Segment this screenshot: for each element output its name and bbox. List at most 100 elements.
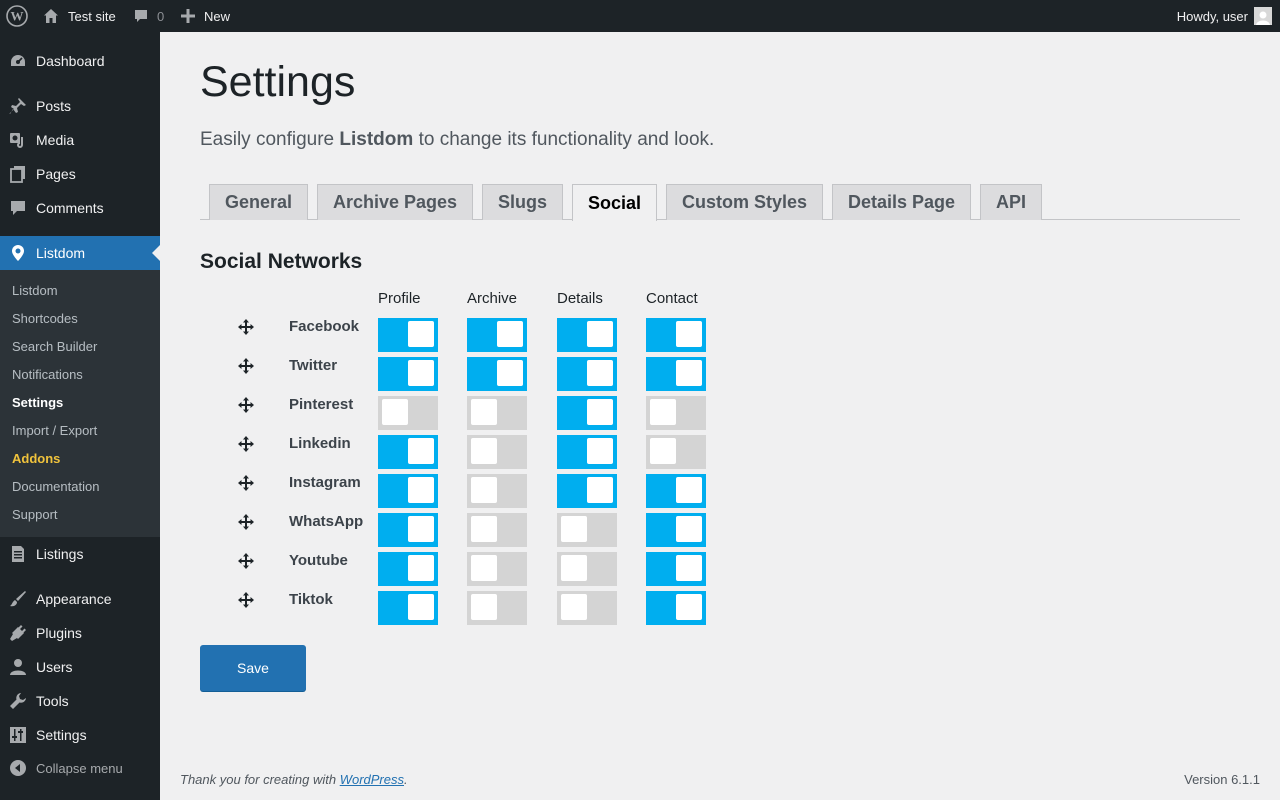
move-handle-icon[interactable]: [238, 514, 254, 530]
sidebar-item-listdom[interactable]: Listdom: [0, 236, 160, 270]
submenu-item-shortcodes[interactable]: Shortcodes: [12, 311, 78, 326]
move-handle-icon[interactable]: [238, 475, 254, 491]
toggle-contact[interactable]: [646, 552, 706, 586]
move-handle-icon[interactable]: [238, 592, 254, 608]
sidebar-item-label: Appearance: [36, 591, 112, 607]
toggle-profile[interactable]: [378, 435, 438, 469]
toggle-archive[interactable]: [467, 396, 527, 430]
wordpress-link[interactable]: WordPress: [340, 772, 404, 787]
network-row: Pinterest: [160, 396, 1280, 435]
toggle-details[interactable]: [557, 435, 617, 469]
tab-archive-pages[interactable]: Archive Pages: [317, 184, 473, 220]
toggle-archive[interactable]: [467, 357, 527, 391]
wordpress-logo-icon[interactable]: W: [6, 0, 28, 32]
toggle-details[interactable]: [557, 552, 617, 586]
plug-icon: [0, 616, 36, 650]
dashboard-icon: [0, 44, 36, 78]
toggle-contact[interactable]: [646, 396, 706, 430]
tab-custom-styles[interactable]: Custom Styles: [666, 184, 823, 220]
submenu-item-support[interactable]: Support: [12, 507, 58, 522]
settings-sliders-icon: [0, 718, 36, 752]
sidebar-item-comments[interactable]: Comments: [0, 191, 160, 225]
toggle-details[interactable]: [557, 591, 617, 625]
intro-brand: Listdom: [339, 129, 414, 150]
toggle-knob: [408, 516, 434, 542]
toggle-knob: [676, 555, 702, 581]
sidebar-item-media[interactable]: Media: [0, 123, 160, 157]
submenu-item-import-export[interactable]: Import / Export: [12, 423, 97, 438]
toggle-archive[interactable]: [467, 591, 527, 625]
submenu-item-settings[interactable]: Settings: [12, 395, 63, 410]
toggle-knob: [382, 399, 408, 425]
move-handle-icon[interactable]: [238, 436, 254, 452]
sidebar-item-dashboard[interactable]: Dashboard: [0, 44, 160, 78]
toggle-archive[interactable]: [467, 552, 527, 586]
toggle-profile[interactable]: [378, 357, 438, 391]
toggle-contact[interactable]: [646, 591, 706, 625]
toggle-details[interactable]: [557, 396, 617, 430]
move-handle-icon[interactable]: [238, 319, 254, 335]
toggle-knob: [408, 360, 434, 386]
save-button[interactable]: Save: [200, 645, 306, 691]
toggle-contact[interactable]: [646, 318, 706, 352]
sidebar-item-tools[interactable]: Tools: [0, 684, 160, 718]
move-handle-icon[interactable]: [238, 553, 254, 569]
toggle-contact[interactable]: [646, 474, 706, 508]
toggle-knob: [676, 477, 702, 503]
toggle-archive[interactable]: [467, 474, 527, 508]
move-handle-icon[interactable]: [238, 358, 254, 374]
submenu-item-search-builder[interactable]: Search Builder: [12, 339, 97, 354]
toggle-archive[interactable]: [467, 435, 527, 469]
toggle-knob: [408, 321, 434, 347]
sidebar-item-appearance[interactable]: Appearance: [0, 582, 160, 616]
toggle-profile[interactable]: [378, 318, 438, 352]
toggle-details[interactable]: [557, 318, 617, 352]
toggle-details[interactable]: [557, 474, 617, 508]
toggle-knob: [471, 516, 497, 542]
tab-details-page[interactable]: Details Page: [832, 184, 971, 220]
toggle-profile[interactable]: [378, 513, 438, 547]
toggle-profile[interactable]: [378, 474, 438, 508]
toggle-profile[interactable]: [378, 552, 438, 586]
admin-sidebar: Dashboard Posts Media Pages Comments Lis…: [0, 32, 160, 800]
sidebar-item-settings[interactable]: Settings: [0, 718, 160, 752]
my-account-link[interactable]: Howdy, user: [1177, 0, 1272, 32]
submenu-item-notifications[interactable]: Notifications: [12, 367, 83, 382]
sidebar-item-label: Settings: [36, 727, 87, 743]
comments-link[interactable]: 0: [133, 0, 164, 32]
toggle-profile[interactable]: [378, 396, 438, 430]
toggle-knob: [587, 399, 613, 425]
site-name-link[interactable]: Test site: [42, 0, 116, 32]
toggle-knob: [676, 594, 702, 620]
intro-text: Easily configure Listdom to change its f…: [200, 129, 714, 151]
submenu-item-listdom[interactable]: Listdom: [12, 283, 58, 298]
collapse-menu-button[interactable]: Collapse menu: [0, 751, 160, 785]
sidebar-item-label: Dashboard: [36, 53, 105, 69]
tab-social[interactable]: Social: [572, 184, 657, 221]
pages-icon: [0, 157, 36, 191]
network-name: Pinterest: [289, 396, 354, 413]
sidebar-item-listings[interactable]: Listings: [0, 537, 160, 571]
svg-text:W: W: [11, 9, 24, 24]
move-handle-icon[interactable]: [238, 397, 254, 413]
avatar: [1254, 7, 1272, 25]
toggle-profile[interactable]: [378, 591, 438, 625]
submenu-item-documentation[interactable]: Documentation: [12, 479, 99, 494]
tab-api[interactable]: API: [980, 184, 1042, 220]
tab-slugs[interactable]: Slugs: [482, 184, 563, 220]
toggle-archive[interactable]: [467, 318, 527, 352]
toggle-contact[interactable]: [646, 435, 706, 469]
sidebar-item-posts[interactable]: Posts: [0, 89, 160, 123]
toggle-knob: [471, 555, 497, 581]
toggle-archive[interactable]: [467, 513, 527, 547]
toggle-contact[interactable]: [646, 513, 706, 547]
sidebar-item-pages[interactable]: Pages: [0, 157, 160, 191]
tab-general[interactable]: General: [209, 184, 308, 220]
toggle-contact[interactable]: [646, 357, 706, 391]
toggle-details[interactable]: [557, 513, 617, 547]
sidebar-item-plugins[interactable]: Plugins: [0, 616, 160, 650]
submenu-item-addons[interactable]: Addons: [12, 451, 60, 466]
sidebar-item-users[interactable]: Users: [0, 650, 160, 684]
toggle-details[interactable]: [557, 357, 617, 391]
new-content-link[interactable]: New: [181, 0, 230, 32]
